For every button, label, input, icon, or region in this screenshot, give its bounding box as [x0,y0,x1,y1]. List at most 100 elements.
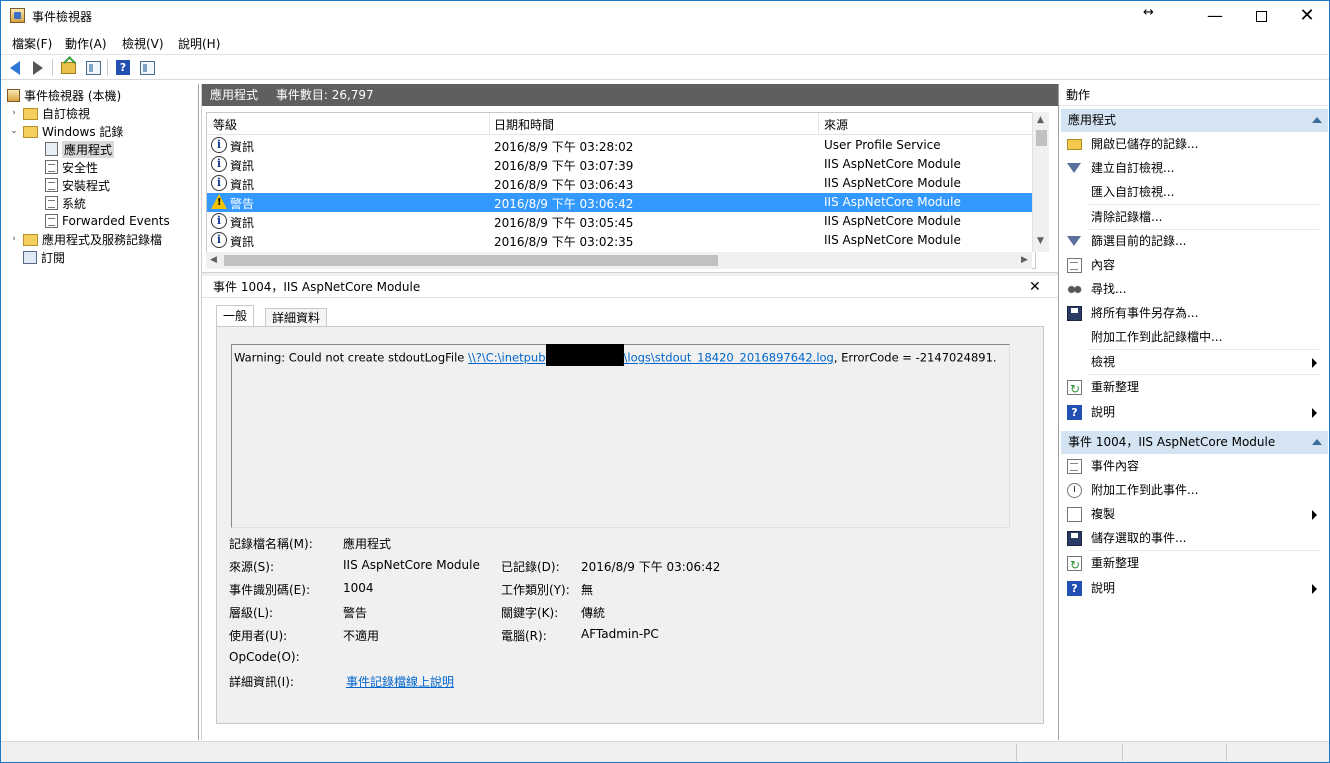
action-save-all-events[interactable]: 將所有事件另存為... [1059,302,1327,324]
submenu-arrow-icon [1312,510,1317,520]
row-datetime: 2016/8/9 下午 03:06:42 [494,197,634,211]
tree-item-root[interactable]: 事件檢視器 (本機) [7,86,121,104]
back-button[interactable] [5,58,25,77]
actions-section-event[interactable]: 事件 1004，IIS AspNetCore Module [1061,431,1328,454]
action-refresh[interactable]: 重新整理 [1059,376,1327,400]
action-import-custom-view[interactable]: 匯入自訂檢視... [1059,181,1327,203]
warning-icon [211,194,227,209]
task-clock-icon [1067,483,1082,498]
help-button[interactable]: ? [113,58,133,77]
action-create-custom-view[interactable]: 建立自訂檢視... [1059,157,1327,179]
forward-button[interactable] [28,58,48,77]
minimize-button[interactable]: — [1192,1,1238,31]
action-properties[interactable]: 內容 [1059,254,1327,276]
tree-item-custom-views[interactable]: › 自訂檢視 [9,104,90,122]
collapse-section-icon[interactable] [1312,117,1322,123]
redacted-block [545,344,624,366]
horizontal-scrollbar[interactable]: ◀ ▶ [206,252,1032,269]
row-level: 資訊 [230,178,255,192]
tree-item-system[interactable]: 系統 [45,194,86,212]
show-hide-action-pane-button[interactable] [137,58,157,77]
maximize-button[interactable] [1238,1,1284,31]
table-row[interactable]: i 資訊 2016/8/9 下午 03:28:02 User Profile S… [207,136,1035,155]
action-copy[interactable]: 複製 [1059,503,1327,525]
column-source[interactable]: 來源 [824,116,848,133]
scroll-down-icon[interactable]: ▼ [1037,236,1044,246]
column-datetime[interactable]: 日期和時間 [494,116,554,133]
scroll-thumb[interactable] [1036,130,1047,146]
menu-help[interactable]: 說明(H) [178,35,220,52]
table-row-selected[interactable]: 警告 2016/8/9 下午 03:06:42 IIS AspNetCore M… [207,193,1035,212]
close-detail-icon[interactable]: ✕ [1029,276,1041,298]
action-divider [1089,204,1319,205]
scroll-thumb[interactable] [224,255,718,266]
menu-file[interactable]: 檔案(F) [12,35,52,52]
action-attach-task-to-log[interactable]: 附加工作到此記錄檔中... [1059,326,1327,348]
collapse-icon[interactable]: ⌄ [9,126,19,136]
back-arrow-icon [10,60,20,75]
action-help[interactable]: ? 說明 [1059,401,1327,423]
tree-item-windows-logs[interactable]: ⌄ Windows 記錄 [9,122,123,140]
close-button[interactable]: ✕ [1284,1,1330,31]
action-label: 說明 [1091,405,1116,419]
table-row[interactable]: i 資訊 2016/8/9 下午 03:05:45 IIS AspNetCore… [207,212,1035,231]
tree-item-app-services[interactable]: › 應用程式及服務記錄檔 [9,230,162,248]
tree-item-security[interactable]: 安全性 [45,158,98,176]
action-attach-task-to-event[interactable]: 附加工作到此事件... [1059,479,1327,501]
help-icon: ? [1067,405,1082,420]
tree-item-label: 自訂檢視 [42,106,91,121]
action-refresh-event[interactable]: 重新整理 [1059,552,1327,576]
expand-icon[interactable]: › [9,234,19,244]
table-row[interactable]: i 資訊 2016/8/9 下午 03:07:39 IIS AspNetCore… [207,155,1035,174]
scroll-left-icon[interactable]: ◀ [210,255,217,265]
actions-section-application[interactable]: 應用程式 [1061,109,1328,132]
online-help-link[interactable]: 事件記錄檔線上說明 [346,673,454,690]
scroll-right-icon[interactable]: ▶ [1021,255,1028,265]
action-find[interactable]: 尋找... [1059,278,1327,300]
status-divider [1226,744,1227,761]
menu-view[interactable]: 檢視(V) [122,35,164,52]
vertical-scrollbar[interactable]: ▲ ▼ [1032,112,1049,252]
action-label: 清除記錄檔... [1091,210,1163,224]
row-datetime: 2016/8/9 下午 03:28:02 [494,140,634,154]
message-link[interactable]: \\?\C:\inetpub [468,351,545,365]
action-filter-current-log[interactable]: 篩選目前的記錄... [1059,230,1327,252]
column-divider[interactable] [818,113,819,135]
message-link[interactable]: \logs\stdout_18420_2016897642.log [624,351,834,365]
event-list[interactable]: 等級 日期和時間 來源 i 資訊 2016/8/9 下午 03:28:02 Us… [206,112,1036,269]
status-divider [1016,744,1017,761]
table-row[interactable]: i 資訊 2016/8/9 下午 03:06:43 IIS AspNetCore… [207,174,1035,193]
tree-item-forwarded-events[interactable]: Forwarded Events [45,212,170,230]
action-open-saved-log[interactable]: 開啟已儲存的記錄... [1059,133,1327,155]
column-level[interactable]: 等級 [213,116,237,133]
action-clear-log[interactable]: 清除記錄檔... [1059,206,1327,228]
tree-item-application[interactable]: 應用程式 [45,140,115,158]
log-header: 應用程式 事件數目: 26,797 [202,84,1058,106]
column-divider[interactable] [489,113,490,135]
expand-icon[interactable]: › [9,108,19,118]
action-save-selected-events[interactable]: 儲存選取的事件... [1059,527,1327,549]
action-view[interactable]: 檢視 [1059,351,1327,373]
tree-item-subscriptions[interactable]: 訂閱 [23,248,65,266]
action-help-event[interactable]: ? 說明 [1059,577,1327,599]
action-event-properties[interactable]: 事件內容 [1059,455,1327,477]
refresh-icon [1067,554,1082,576]
tab-general[interactable]: 一般 [216,305,255,327]
help-icon: ? [1067,581,1082,596]
show-hide-tree-button[interactable] [83,58,103,77]
status-bar [1,741,1329,762]
menu-action[interactable]: 動作(A) [65,35,107,52]
up-folder-button[interactable] [58,58,78,77]
toolbar: ? [1,55,1329,80]
general-tab-panel: Warning: Could not create stdoutLogFile … [216,326,1044,724]
collapse-section-icon[interactable] [1312,439,1322,445]
event-message[interactable]: Warning: Could not create stdoutLogFile … [231,344,1010,528]
table-row[interactable]: i 資訊 2016/8/9 下午 03:02:35 IIS AspNetCore… [207,231,1035,250]
submenu-arrow-icon [1312,584,1317,594]
action-label: 檢視 [1091,355,1116,369]
message-prefix: Warning: Could not create stdoutLogFile [234,350,469,365]
scroll-up-icon[interactable]: ▲ [1037,115,1044,125]
filter-icon [1067,236,1081,246]
tree-item-setup[interactable]: 安裝程式 [45,176,110,194]
tab-details[interactable]: 詳細資料 [265,308,328,327]
